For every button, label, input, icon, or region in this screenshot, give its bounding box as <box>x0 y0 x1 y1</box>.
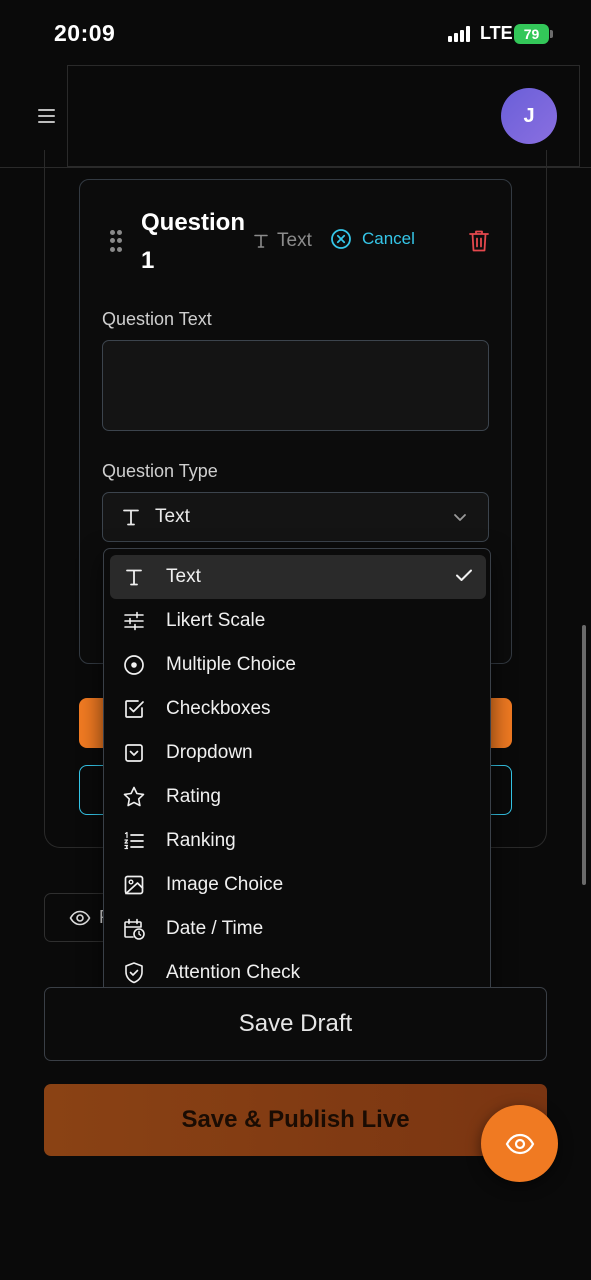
radio-icon <box>124 655 144 675</box>
question-type-label: Question Type <box>102 461 218 481</box>
text-icon <box>123 509 139 526</box>
eye-icon <box>505 1133 534 1154</box>
network-label: LTE <box>480 23 513 43</box>
eye-icon <box>69 910 91 926</box>
option-label: Attention Check <box>166 962 301 983</box>
question-type-badge-label: Text <box>277 230 312 251</box>
option-label: Text <box>166 566 201 587</box>
hamburger-menu-icon[interactable] <box>38 109 55 123</box>
text-type-icon <box>254 234 268 248</box>
sliders-icon <box>124 611 144 631</box>
option-label: Date / Time <box>166 918 264 939</box>
ranked-list-icon <box>124 831 144 850</box>
dropdown-option-dropdown[interactable]: Dropdown <box>110 731 486 775</box>
dropdown-option-multiple-choice[interactable]: Multiple Choice <box>110 643 486 687</box>
shield-check-icon <box>125 962 143 984</box>
question-title: Question 1 <box>141 209 246 274</box>
question-type-badge: Text <box>253 230 312 252</box>
star-icon <box>123 786 145 807</box>
cancel-label: Cancel <box>362 229 415 248</box>
dropdown-option-ranking[interactable]: Ranking <box>110 819 486 863</box>
question-text-label: Question Text <box>102 309 212 329</box>
dropdown-option-date-time[interactable]: Date / Time <box>110 907 486 951</box>
status-time: 20:09 <box>54 20 116 46</box>
option-label: Dropdown <box>166 742 253 763</box>
dropdown-option-checkboxes[interactable]: Checkboxes <box>110 687 486 731</box>
check-icon <box>456 569 472 581</box>
close-circle-icon <box>331 229 351 249</box>
signal-icon <box>448 26 474 42</box>
option-label: Image Choice <box>166 874 284 895</box>
question-type-dropdown: Text Likert Scale Multiple Choice Checkb… <box>103 548 491 1003</box>
battery-indicator: 79 <box>514 24 553 44</box>
question-type-select[interactable]: Text <box>102 492 489 542</box>
text-icon <box>126 569 142 586</box>
dropdown-option-image-choice[interactable]: Image Choice <box>110 863 486 907</box>
calendar-clock-icon <box>124 918 145 940</box>
cancel-button[interactable]: Cancel <box>330 228 415 250</box>
chevron-down-icon <box>454 514 466 521</box>
dropdown-option-rating[interactable]: Rating <box>110 775 486 819</box>
image-icon <box>124 875 144 895</box>
option-label: Checkboxes <box>166 698 271 719</box>
scrollbar[interactable] <box>582 625 586 885</box>
save-publish-button[interactable]: Save & Publish Live <box>44 1084 547 1156</box>
avatar[interactable]: J <box>501 88 557 144</box>
trash-icon[interactable] <box>468 229 490 253</box>
option-label: Ranking <box>166 830 236 851</box>
question-type-selected-value: Text <box>155 506 190 527</box>
preview-fab-button[interactable] <box>481 1105 558 1182</box>
dropdown-option-likert-scale[interactable]: Likert Scale <box>110 599 486 643</box>
dropdown-icon <box>125 744 143 762</box>
question-text-input[interactable] <box>102 340 489 431</box>
option-label: Multiple Choice <box>166 654 296 675</box>
option-label: Likert Scale <box>166 610 266 631</box>
checkbox-icon <box>125 700 144 718</box>
save-draft-button[interactable]: Save Draft <box>44 987 547 1061</box>
option-label: Rating <box>166 786 221 807</box>
dropdown-option-text[interactable]: Text <box>110 555 486 599</box>
drag-handle-icon[interactable] <box>110 230 122 252</box>
